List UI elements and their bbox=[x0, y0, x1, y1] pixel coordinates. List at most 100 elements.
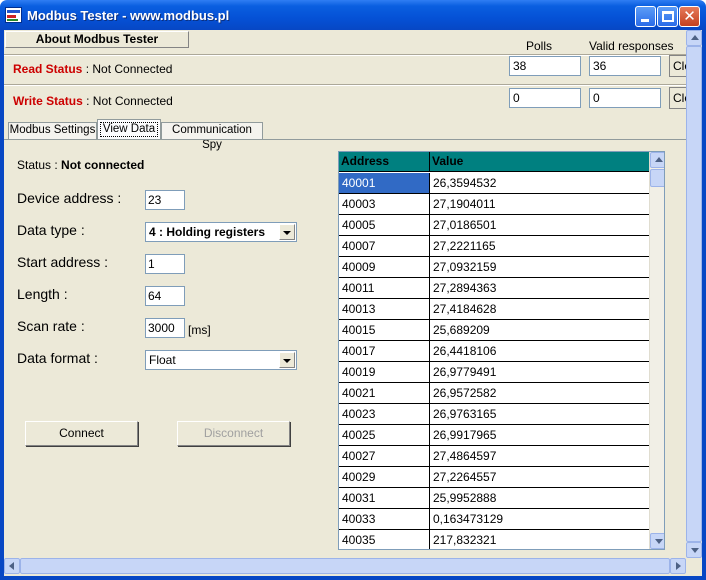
address-cell[interactable]: 40011 bbox=[339, 278, 430, 298]
address-cell[interactable]: 40009 bbox=[339, 257, 430, 277]
table-row[interactable]: 40035 217,832321 bbox=[339, 530, 649, 549]
scroll-up-icon[interactable] bbox=[686, 30, 702, 46]
chevron-down-icon[interactable] bbox=[279, 224, 295, 240]
maximize-button[interactable] bbox=[657, 6, 678, 27]
address-cell[interactable]: 40019 bbox=[339, 362, 430, 382]
read-status-value: : Not Connected bbox=[85, 62, 173, 76]
address-cell[interactable]: 40033 bbox=[339, 509, 430, 529]
value-cell[interactable]: 27,0932159 bbox=[430, 257, 649, 277]
device-address-input[interactable]: 23 bbox=[145, 190, 185, 210]
scroll-down-icon[interactable] bbox=[650, 533, 664, 549]
connect-button[interactable]: Connect bbox=[25, 421, 138, 446]
write-status-value: : Not Connected bbox=[86, 94, 173, 108]
value-column-header[interactable]: Value bbox=[430, 152, 649, 172]
chevron-down-icon[interactable] bbox=[279, 352, 295, 368]
scroll-right-icon[interactable] bbox=[670, 558, 686, 574]
scan-rate-input[interactable]: 3000 bbox=[145, 318, 185, 338]
start-address-input[interactable]: 1 bbox=[145, 254, 185, 274]
write-status-label: Write Status bbox=[13, 94, 83, 108]
table-row[interactable]: 40019 26,9779491 bbox=[339, 362, 649, 383]
close-icon: ✕ bbox=[683, 8, 696, 25]
address-cell[interactable]: 40023 bbox=[339, 404, 430, 424]
value-cell[interactable]: 26,9572582 bbox=[430, 383, 649, 403]
value-cell[interactable]: 26,9779491 bbox=[430, 362, 649, 382]
write-valid-field[interactable]: 0 bbox=[589, 88, 661, 108]
value-cell[interactable]: 27,2264557 bbox=[430, 467, 649, 487]
table-row[interactable]: 40031 25,9952888 bbox=[339, 488, 649, 509]
table-row[interactable]: 40025 26,9917965 bbox=[339, 425, 649, 446]
value-cell[interactable]: 217,832321 bbox=[430, 530, 649, 549]
tab-communication-spy[interactable]: Communication Spy bbox=[161, 122, 263, 151]
scroll-down-icon[interactable] bbox=[686, 542, 702, 558]
value-cell[interactable]: 25,9952888 bbox=[430, 488, 649, 508]
read-valid-field[interactable]: 36 bbox=[589, 56, 661, 76]
about-button[interactable]: About Modbus Tester bbox=[5, 31, 189, 48]
table-row[interactable]: 40011 27,2894363 bbox=[339, 278, 649, 299]
tab-modbus-settings[interactable]: Modbus Settings bbox=[8, 122, 97, 139]
value-cell[interactable]: 27,4184628 bbox=[430, 299, 649, 319]
table-row[interactable]: 40003 27,1904011 bbox=[339, 194, 649, 215]
address-cell[interactable]: 40003 bbox=[339, 194, 430, 214]
tab-view-data[interactable]: View Data bbox=[97, 119, 161, 139]
app-icon[interactable] bbox=[5, 7, 22, 23]
window-horizontal-scrollbar[interactable] bbox=[4, 558, 686, 574]
address-column-header[interactable]: Address bbox=[339, 152, 430, 172]
value-cell[interactable]: 26,9763165 bbox=[430, 404, 649, 424]
data-grid[interactable]: Address Value 40001 26,3594532 40003 27,190… bbox=[338, 151, 665, 550]
address-cell[interactable]: 40015 bbox=[339, 320, 430, 340]
value-cell[interactable]: 26,4418106 bbox=[430, 341, 649, 361]
grid-scroll-thumb[interactable] bbox=[650, 169, 664, 187]
window-vertical-scrollbar[interactable] bbox=[686, 30, 702, 558]
tab-panel-border bbox=[4, 139, 686, 140]
value-cell[interactable]: 27,4864597 bbox=[430, 446, 649, 466]
table-row[interactable]: 40033 0,163473129 bbox=[339, 509, 649, 530]
address-cell[interactable]: 40021 bbox=[339, 383, 430, 403]
length-label: Length : bbox=[17, 286, 68, 302]
window-horizontal-thumb[interactable] bbox=[20, 558, 670, 574]
table-row[interactable]: 40013 27,4184628 bbox=[339, 299, 649, 320]
address-cell[interactable]: 40005 bbox=[339, 215, 430, 235]
data-type-select[interactable]: 4 : Holding registers bbox=[145, 222, 297, 242]
grid-scrollbar[interactable] bbox=[649, 152, 664, 549]
value-cell[interactable]: 27,2221165 bbox=[430, 236, 649, 256]
address-cell[interactable]: 40029 bbox=[339, 467, 430, 487]
table-row[interactable]: 40007 27,2221165 bbox=[339, 236, 649, 257]
value-cell[interactable]: 27,0186501 bbox=[430, 215, 649, 235]
scroll-left-icon[interactable] bbox=[4, 558, 20, 574]
value-cell[interactable]: 0,163473129 bbox=[430, 509, 649, 529]
address-cell[interactable]: 40013 bbox=[339, 299, 430, 319]
data-format-select[interactable]: Float bbox=[145, 350, 297, 370]
address-cell[interactable]: 40027 bbox=[339, 446, 430, 466]
table-row[interactable]: 40017 26,4418106 bbox=[339, 341, 649, 362]
address-cell[interactable]: 40001 bbox=[339, 173, 430, 193]
table-row[interactable]: 40009 27,0932159 bbox=[339, 257, 649, 278]
address-cell[interactable]: 40007 bbox=[339, 236, 430, 256]
address-cell[interactable]: 40025 bbox=[339, 425, 430, 445]
value-cell[interactable]: 25,689209 bbox=[430, 320, 649, 340]
address-cell[interactable]: 40017 bbox=[339, 341, 430, 361]
table-row[interactable]: 40015 25,689209 bbox=[339, 320, 649, 341]
close-button[interactable]: ✕ bbox=[679, 6, 700, 27]
address-cell[interactable]: 40035 bbox=[339, 530, 430, 549]
table-row[interactable]: 40005 27,0186501 bbox=[339, 215, 649, 236]
value-cell[interactable]: 27,2894363 bbox=[430, 278, 649, 298]
disconnect-button[interactable]: Disconnect bbox=[177, 421, 290, 446]
table-row[interactable]: 40029 27,2264557 bbox=[339, 467, 649, 488]
scroll-up-icon[interactable] bbox=[650, 152, 664, 168]
read-polls-field[interactable]: 38 bbox=[509, 56, 581, 76]
table-row[interactable]: 40021 26,9572582 bbox=[339, 383, 649, 404]
table-row[interactable]: 40027 27,4864597 bbox=[339, 446, 649, 467]
value-cell[interactable]: 26,3594532 bbox=[430, 173, 649, 193]
write-polls-field[interactable]: 0 bbox=[509, 88, 581, 108]
length-input[interactable]: 64 bbox=[145, 286, 185, 306]
value-cell[interactable]: 27,1904011 bbox=[430, 194, 649, 214]
table-row[interactable]: 40023 26,9763165 bbox=[339, 404, 649, 425]
table-row[interactable]: 40001 26,3594532 bbox=[339, 173, 649, 194]
title-bar[interactable]: Modbus Tester - www.modbus.pl ✕ bbox=[0, 0, 706, 30]
separator bbox=[4, 54, 686, 56]
value-cell[interactable]: 26,9917965 bbox=[430, 425, 649, 445]
address-cell[interactable]: 40031 bbox=[339, 488, 430, 508]
window-vertical-thumb[interactable] bbox=[686, 46, 702, 542]
data-format-label: Data format : bbox=[17, 350, 98, 366]
minimize-button[interactable] bbox=[635, 6, 656, 27]
